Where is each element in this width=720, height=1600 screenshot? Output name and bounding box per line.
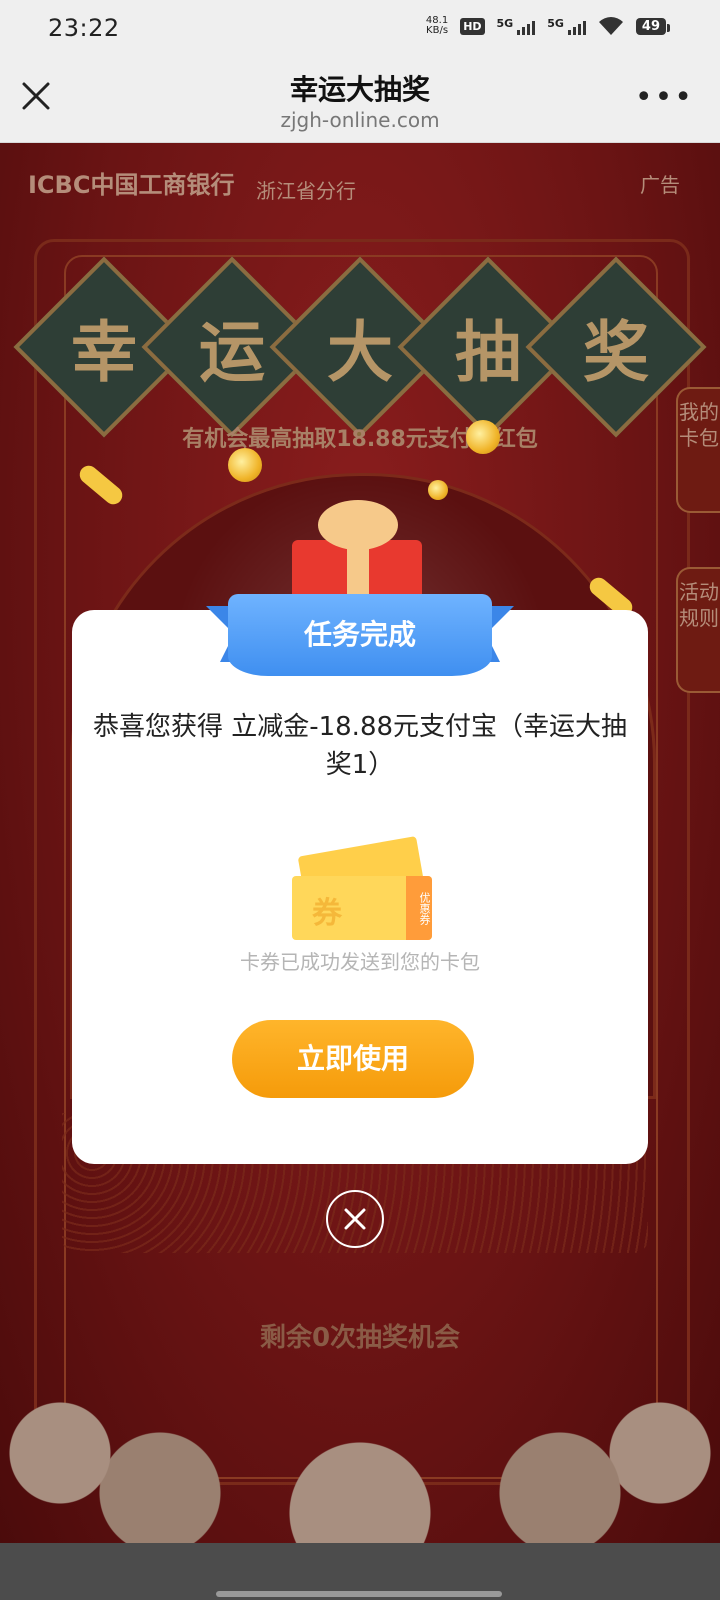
task-complete-banner: 任务完成 <box>206 594 514 686</box>
system-nav-bar <box>0 1543 720 1600</box>
page-title: 幸运大抽奖 <box>289 73 430 106</box>
sim1-label: 5G <box>496 17 514 30</box>
coin-icon <box>428 480 448 500</box>
banner-label: 任务完成 <box>228 594 492 676</box>
bank-branch: 浙江省分行 <box>256 179 356 203</box>
title-char: 奖 <box>583 314 649 391</box>
bank-brand: ICBC中国工商银行 <box>28 171 235 199</box>
prize-subtitle: 有机会最高抽取18.88元支付宝红包 <box>182 427 538 452</box>
coupon-sent-note: 卡券已成功发送到您的卡包 <box>240 950 480 974</box>
signal-icon-sim2: 5G <box>547 17 586 35</box>
title-char: 大 <box>327 314 393 391</box>
page-url: zjgh-online.com <box>280 108 440 132</box>
status-bar: 23:22 48.1 KB/s HD 5G 5G 49 <box>0 0 720 58</box>
signal-icon-sim1: 5G <box>497 17 536 35</box>
coin-icon <box>228 448 262 482</box>
cloud-decoration <box>0 1393 720 1543</box>
coupon-stub-label: 优惠券 <box>406 876 432 940</box>
battery-icon: 49 <box>635 17 671 35</box>
network-speed: 48.1 KB/s <box>426 16 448 36</box>
title-tiles: 幸 运 大 抽 奖 <box>13 256 707 438</box>
browser-title-bar: 幸运大抽奖 zjgh-online.com ••• <box>0 58 720 143</box>
coin-icon <box>466 420 500 454</box>
hd-icon: HD <box>460 17 485 35</box>
coupon-icon: 优惠券 券 <box>288 836 448 950</box>
wifi-icon <box>598 17 623 35</box>
use-now-button[interactable]: 立即使用 <box>232 1020 474 1098</box>
coupon-word: 券 <box>312 896 342 931</box>
remaining-chances: 剩余0次抽奖机会 <box>259 1323 461 1353</box>
title-char: 幸 <box>71 314 137 391</box>
more-menu-icon[interactable]: ••• <box>635 83 694 113</box>
title-char: 抽 <box>455 314 521 391</box>
home-indicator[interactable] <box>216 1591 502 1597</box>
rules-tab[interactable]: 活动规则 <box>676 567 720 693</box>
net-speed-unit: KB/s <box>426 25 449 36</box>
sim2-label: 5G <box>547 17 564 30</box>
status-time: 23:22 <box>48 14 120 42</box>
congrats-message: 恭喜您获得 立减金-18.88元支付宝（幸运大抽奖1） <box>92 712 628 780</box>
title-char: 运 <box>199 314 265 391</box>
ad-label: 广告 <box>640 173 680 197</box>
my-cards-tab[interactable]: 我的卡包 <box>676 387 720 513</box>
status-icons: 48.1 KB/s HD 5G 5G 49 <box>426 16 671 36</box>
close-dialog-icon[interactable] <box>326 1190 384 1248</box>
